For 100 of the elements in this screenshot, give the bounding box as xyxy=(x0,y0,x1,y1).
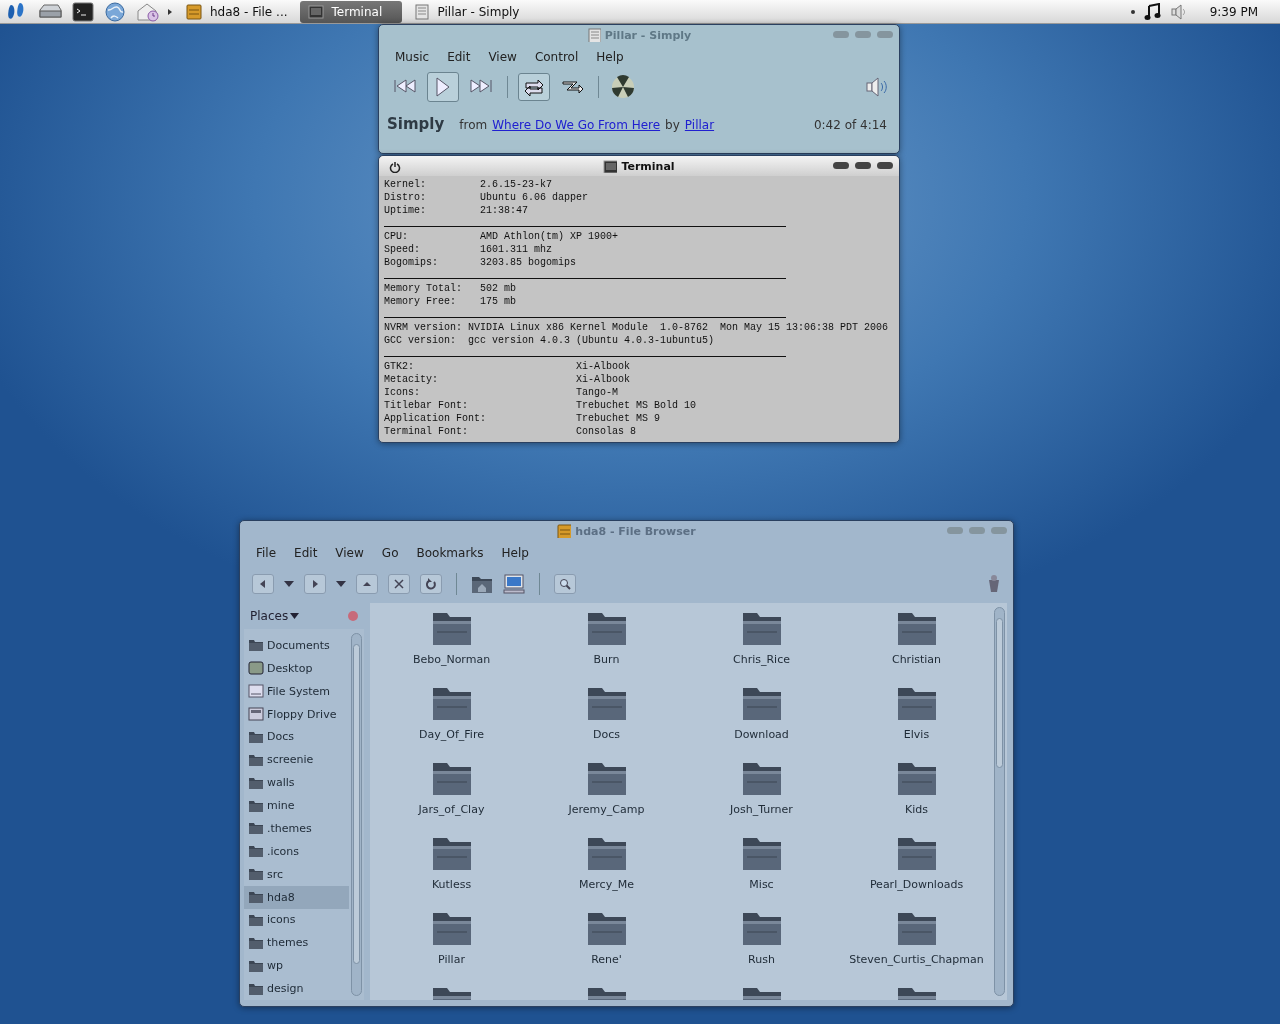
sidebar-item-label: src xyxy=(267,867,284,881)
folder-label: Rene' xyxy=(591,953,622,966)
sidebar-item[interactable]: screenie xyxy=(244,748,349,772)
sidebar-item[interactable]: File System xyxy=(244,679,349,703)
menu-item[interactable]: Control xyxy=(526,47,587,67)
dropdown-arrow-icon[interactable] xyxy=(336,581,346,587)
folder-item[interactable]: Josh_Turner xyxy=(684,759,839,816)
folder-item[interactable]: Christian xyxy=(839,609,992,666)
up-button[interactable] xyxy=(356,574,378,594)
menu-item[interactable]: View xyxy=(480,47,525,67)
terminal-line: GCC version: gcc version 4.0.3 (Ubuntu 4.0.3-1ubuntu5) xyxy=(384,334,716,347)
drive-icon xyxy=(248,683,264,700)
menu-item[interactable]: Music xyxy=(387,47,438,67)
play-button[interactable] xyxy=(427,72,459,102)
folder-item[interactable]: Kids xyxy=(839,759,992,816)
folder-icon xyxy=(248,866,264,883)
folder-label: Misc xyxy=(749,878,774,891)
folder-item[interactable]: Chris_Rice xyxy=(684,609,839,666)
folder-item[interactable]: Rush xyxy=(684,909,839,966)
folder-item[interactable]: Rene' xyxy=(529,909,684,966)
scrollbar[interactable] xyxy=(351,633,362,996)
folder-item[interactable]: Download xyxy=(684,684,839,741)
search-button[interactable] xyxy=(554,574,576,594)
menu-item[interactable]: File xyxy=(248,543,285,563)
folder-item[interactable]: Steven_Curtis_Chapman xyxy=(839,909,992,966)
globe-icon[interactable] xyxy=(104,0,126,23)
computer-icon[interactable] xyxy=(503,574,525,594)
sidebar-item[interactable]: src xyxy=(244,862,349,886)
sidebar-item[interactable]: walls xyxy=(244,771,349,795)
scrollbar-thumb[interactable] xyxy=(996,618,1003,768)
album-link[interactable]: Where Do We Go From Here xyxy=(492,118,661,132)
music-note-icon[interactable] xyxy=(1143,2,1162,21)
sidebar-item[interactable]: themes xyxy=(244,931,349,955)
sidebar-item[interactable]: mine xyxy=(244,794,349,817)
folder-item[interactable]: Pearl_Downloads xyxy=(839,834,992,891)
sidebar-item[interactable]: .themes xyxy=(244,817,349,840)
folder-item[interactable]: Kutless xyxy=(374,834,529,891)
folder-label: Kutless xyxy=(431,878,472,891)
power-icon[interactable] xyxy=(389,161,401,173)
folder-item[interactable]: Misc xyxy=(684,834,839,891)
menu-item[interactable]: Bookmarks xyxy=(408,543,492,563)
terminal-line: Metacity: Xi-Albook xyxy=(384,373,632,386)
folder-item[interactable]: Bebo_Norman xyxy=(374,609,529,666)
speaker-icon[interactable] xyxy=(1169,2,1188,21)
sidebar-item[interactable]: .icons xyxy=(244,839,349,863)
sidebar-item-label: .themes xyxy=(267,821,312,835)
menu-item[interactable]: Edit xyxy=(439,47,479,67)
folder-item[interactable]: Mercy_Me xyxy=(529,834,684,891)
sidebar-item[interactable]: design xyxy=(244,977,349,1000)
folder-label: Docs xyxy=(593,728,620,741)
taskbar-button[interactable]: hda8 - File ... xyxy=(178,0,296,23)
folder-label: Christian xyxy=(891,653,941,666)
dropdown-arrow-icon[interactable] xyxy=(284,581,294,587)
places-dropdown[interactable]: Places xyxy=(250,609,300,623)
forward-button[interactable] xyxy=(304,574,326,594)
maximize-button[interactable] xyxy=(855,162,871,169)
sidebar-item[interactable]: Docs xyxy=(244,725,349,749)
home-folder-icon[interactable] xyxy=(471,574,493,594)
sidebar-item-label: Desktop xyxy=(267,661,313,675)
folder-item[interactable]: Elvis xyxy=(839,684,992,741)
menu-item[interactable]: Edit xyxy=(286,543,326,563)
taskbar-button[interactable]: Pillar - Simply xyxy=(405,0,528,23)
stop-button[interactable] xyxy=(388,574,410,594)
folder-item[interactable]: Pillar xyxy=(374,909,529,966)
scrollbar[interactable] xyxy=(994,607,1005,996)
sidebar-item[interactable]: hda8 xyxy=(244,885,349,909)
taskbar-button[interactable]: Terminal xyxy=(299,0,402,23)
sidebar-item-label: Floppy Drive xyxy=(267,707,337,721)
reload-button[interactable] xyxy=(420,574,442,594)
menu-item[interactable]: Go xyxy=(373,543,407,563)
terminal-icon[interactable] xyxy=(72,0,94,23)
small-dot-icon xyxy=(1129,8,1136,15)
volume-icon[interactable] xyxy=(865,76,889,98)
radiation-disc-icon[interactable] xyxy=(611,75,635,99)
close-button[interactable] xyxy=(877,162,893,169)
menu-item[interactable]: Help xyxy=(493,543,537,563)
back-button[interactable] xyxy=(252,574,274,594)
folder-item[interactable]: Burn xyxy=(529,609,684,666)
sidebar-item[interactable]: wp xyxy=(244,954,349,978)
minimize-button[interactable] xyxy=(833,162,849,169)
folder-item[interactable]: Jars_of_Clay xyxy=(374,759,529,816)
folder-item[interactable]: Docs xyxy=(529,684,684,741)
sidebar-item[interactable]: Desktop xyxy=(244,656,349,680)
sidebar-item[interactable]: icons xyxy=(244,908,349,932)
menu-item[interactable]: Help xyxy=(588,47,632,67)
from-label: from xyxy=(459,118,488,132)
window-app-icon xyxy=(557,524,572,538)
scrollbar-thumb[interactable] xyxy=(353,644,360,964)
repeat-button[interactable] xyxy=(518,73,550,101)
window-app-icon xyxy=(586,28,601,42)
sidebar-item-label: File System xyxy=(267,684,330,698)
menu-item[interactable]: View xyxy=(327,543,372,563)
folder-item[interactable]: Jeremy_Camp xyxy=(529,759,684,816)
artist-link[interactable]: Pillar xyxy=(684,118,715,132)
terminal-line: GTK2: Xi-Albook xyxy=(384,360,632,373)
sidebar-item[interactable]: Documents xyxy=(244,634,349,657)
folder-item[interactable]: Day_Of_Fire xyxy=(374,684,529,741)
terminal-line: Icons: Tango-M xyxy=(384,386,620,399)
folder-label: Bebo_Norman xyxy=(412,653,491,666)
sidebar-item[interactable]: Floppy Drive xyxy=(244,702,349,726)
